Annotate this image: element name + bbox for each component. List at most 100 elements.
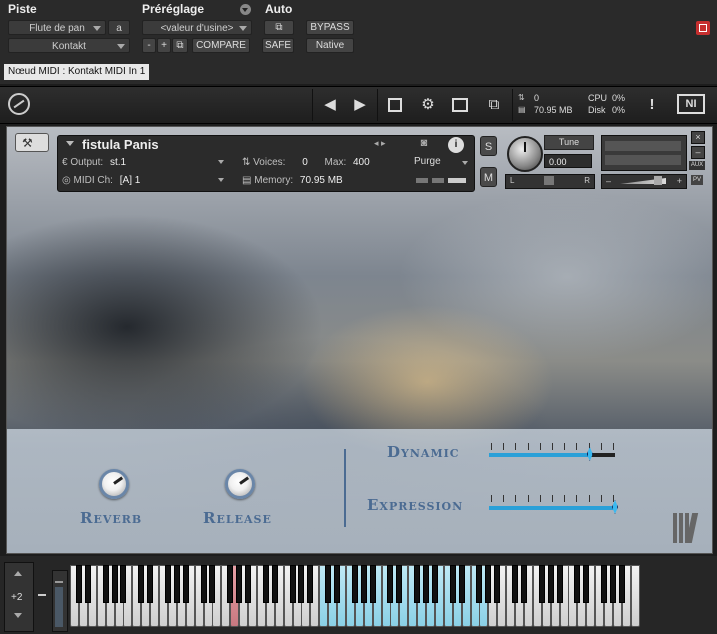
preset-menu-icon[interactable] xyxy=(240,4,251,15)
mod-wheel[interactable] xyxy=(52,570,68,632)
piano-black-key[interactable] xyxy=(414,565,421,603)
max-voices-value[interactable]: 400 xyxy=(353,157,370,168)
pan-slider[interactable]: L R xyxy=(505,174,595,189)
volume-minus-icon[interactable]: – xyxy=(606,175,611,187)
purge-menu[interactable]: Purge xyxy=(414,156,472,170)
instrument-name[interactable]: fistula Panis xyxy=(82,137,159,152)
mute-button[interactable]: M xyxy=(480,167,497,187)
piano-black-key[interactable] xyxy=(601,565,607,603)
ni-logo[interactable]: NI xyxy=(677,94,705,114)
piano-black-key[interactable] xyxy=(298,565,305,603)
piano-black-key[interactable] xyxy=(75,565,82,603)
piano-black-key[interactable] xyxy=(200,565,207,603)
piano-black-key[interactable] xyxy=(538,565,545,603)
tune-knob[interactable] xyxy=(507,136,543,172)
piano-black-key[interactable] xyxy=(182,565,189,603)
piano-white-key[interactable] xyxy=(630,565,640,627)
piano-black-key[interactable] xyxy=(289,565,296,603)
piano-black-key[interactable] xyxy=(173,565,180,603)
piano-black-key[interactable] xyxy=(396,565,403,603)
piano-black-key[interactable] xyxy=(387,565,394,603)
safe-button[interactable]: SAFE xyxy=(262,38,294,53)
previous-instrument-button[interactable]: ◀ xyxy=(316,91,344,119)
output-row[interactable]: € Output: st.1 xyxy=(62,156,126,169)
volume-slider[interactable]: – + xyxy=(601,174,687,189)
expression-slider[interactable] xyxy=(489,500,618,514)
piano-black-key[interactable] xyxy=(494,565,501,603)
save-button[interactable] xyxy=(381,91,409,119)
piano-black-key[interactable] xyxy=(369,565,376,603)
piano-black-key[interactable] xyxy=(351,565,358,603)
octave-up-icon[interactable] xyxy=(14,571,22,576)
piano-black-key[interactable] xyxy=(520,565,527,603)
piano-black-key[interactable] xyxy=(609,565,616,603)
midi-channel-row[interactable]: ◎ MIDI Ch: [A] 1 xyxy=(62,174,140,187)
piano-black-key[interactable] xyxy=(360,565,367,603)
piano-black-key[interactable] xyxy=(583,565,590,603)
view-button[interactable] xyxy=(446,91,474,119)
piano-black-key[interactable] xyxy=(236,565,243,603)
release-knob[interactable] xyxy=(225,469,255,499)
pv-button[interactable]: PV xyxy=(691,175,703,185)
preset-library-button[interactable]: ⧉ xyxy=(172,38,188,53)
preset-previous-button[interactable]: - xyxy=(142,38,156,53)
reverb-knob[interactable] xyxy=(99,469,129,499)
piano-black-key[interactable] xyxy=(307,565,314,603)
tune-value[interactable]: 0.00 xyxy=(544,154,592,168)
piano-black-key[interactable] xyxy=(164,565,171,603)
resize-button[interactable]: ⧉ xyxy=(480,91,508,119)
piano-black-key[interactable] xyxy=(262,565,269,603)
octave-shift-control[interactable]: +2 xyxy=(4,562,34,632)
plugin-close-button[interactable] xyxy=(696,21,710,35)
warning-button[interactable]: ! xyxy=(638,91,666,119)
collapse-icon[interactable] xyxy=(66,141,74,146)
piano-black-key[interactable] xyxy=(271,565,278,603)
piano-black-key[interactable] xyxy=(618,565,625,603)
piano-black-key[interactable] xyxy=(485,565,492,603)
piano-black-key[interactable] xyxy=(458,565,465,603)
volume-plus-icon[interactable]: + xyxy=(677,175,682,187)
pitch-wheel-icon[interactable] xyxy=(38,594,46,596)
piano-black-key[interactable] xyxy=(556,565,563,603)
piano-black-key[interactable] xyxy=(449,565,456,603)
next-instrument-button[interactable]: ▶ xyxy=(346,91,374,119)
insert-slot-selector[interactable]: a xyxy=(108,20,130,35)
piano-black-key[interactable] xyxy=(431,565,438,603)
piano-black-key[interactable] xyxy=(147,565,154,603)
piano-black-key[interactable] xyxy=(209,565,216,603)
piano-black-key[interactable] xyxy=(245,565,251,603)
piano-black-key[interactable] xyxy=(334,565,340,603)
octave-down-icon[interactable] xyxy=(14,613,22,618)
volume-handle[interactable] xyxy=(654,176,662,185)
aux-button[interactable]: AUX xyxy=(689,161,705,170)
piano-black-key[interactable] xyxy=(325,565,332,603)
piano-black-key[interactable] xyxy=(547,565,554,603)
piano-keyboard[interactable] xyxy=(70,565,640,629)
preset-selector[interactable]: <valeur d'usine> xyxy=(142,20,252,35)
automation-button[interactable]: ⧉ xyxy=(264,20,294,35)
piano-black-key[interactable] xyxy=(102,565,109,603)
piano-black-key[interactable] xyxy=(138,565,145,603)
piano-black-key[interactable] xyxy=(574,565,581,603)
piano-black-key[interactable] xyxy=(227,565,234,603)
snapshot-camera-icon[interactable]: ◙ xyxy=(414,137,434,152)
settings-button[interactable]: ⚙ xyxy=(414,91,442,119)
dynamic-slider[interactable] xyxy=(489,447,615,461)
bypass-button[interactable]: BYPASS xyxy=(306,20,354,35)
piano-black-key[interactable] xyxy=(423,565,429,603)
solo-button[interactable]: S xyxy=(480,136,497,156)
info-icon[interactable]: i xyxy=(448,137,464,153)
minimize-instrument-button[interactable]: – xyxy=(691,146,705,159)
piano-black-key[interactable] xyxy=(476,565,483,603)
piano-black-key[interactable] xyxy=(512,565,518,603)
pan-center-handle[interactable] xyxy=(544,176,554,185)
remove-instrument-button[interactable]: × xyxy=(691,131,705,144)
instrument-edit-button[interactable]: ⚒ xyxy=(15,133,49,152)
plugin-selector[interactable]: Kontakt xyxy=(8,38,130,53)
preset-next-button[interactable]: + xyxy=(157,38,171,53)
chevron-down-icon[interactable] xyxy=(218,178,224,182)
instrument-nav-arrows[interactable]: ◂ ▸ xyxy=(374,138,386,149)
piano-black-key[interactable] xyxy=(111,565,118,603)
chevron-down-icon[interactable] xyxy=(218,160,224,164)
native-button[interactable]: Native xyxy=(306,38,354,53)
